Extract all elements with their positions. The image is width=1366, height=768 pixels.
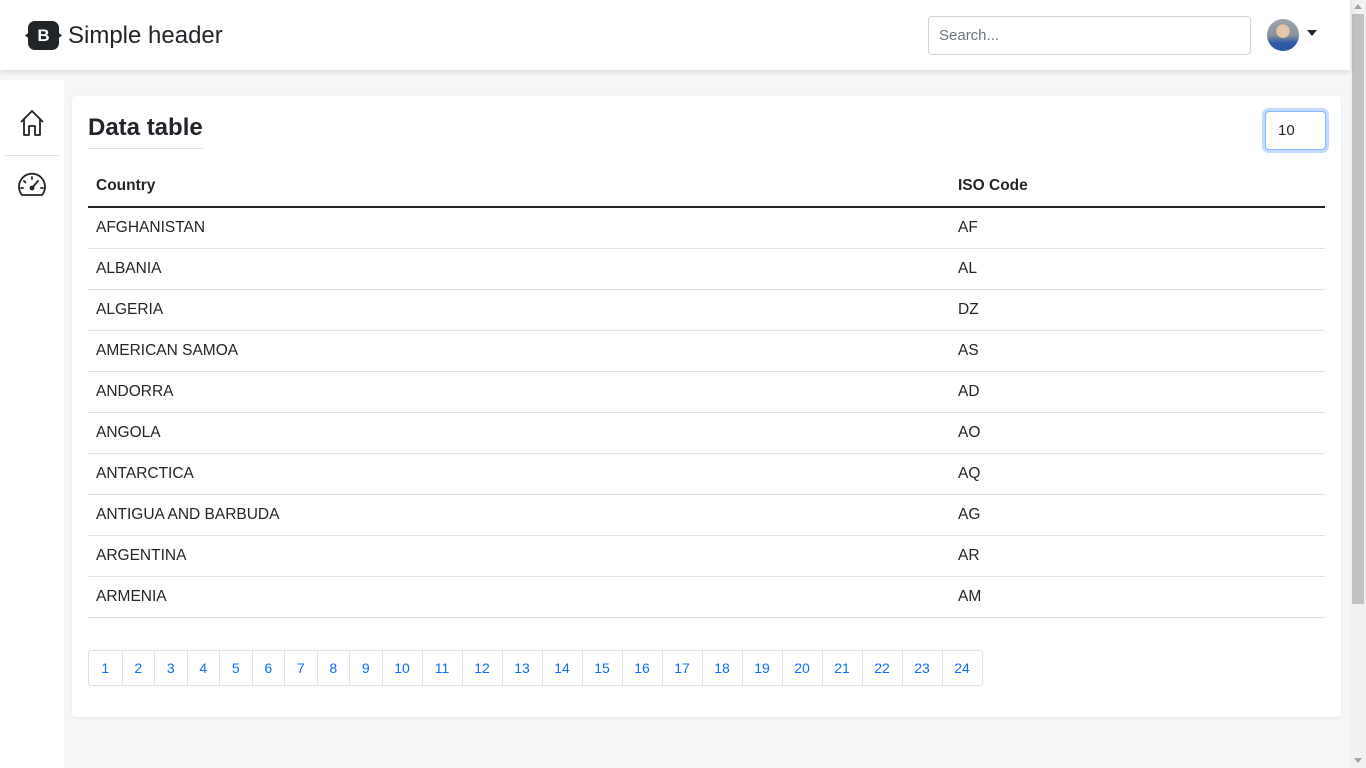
table-row[interactable]: ANGOLA AO xyxy=(88,412,1325,454)
cell-iso-code: DZ xyxy=(950,289,1325,331)
page-link-3[interactable]: 3 xyxy=(154,651,187,685)
page-link-2[interactable]: 2 xyxy=(121,651,155,685)
cell-iso-code: AO xyxy=(950,412,1325,454)
cell-country: ALGERIA xyxy=(88,289,950,331)
table-row[interactable]: AFGHANISTAN AF xyxy=(88,207,1325,249)
sidebar-item-dashboard[interactable] xyxy=(0,172,64,198)
table-row[interactable]: ANDORRA AD xyxy=(88,371,1325,413)
page-link-13[interactable]: 13 xyxy=(501,651,542,685)
scroll-down-arrow-icon[interactable] xyxy=(1354,758,1362,763)
cell-iso-code: AR xyxy=(950,535,1325,577)
cell-iso-code: AG xyxy=(950,494,1325,536)
page-link-10[interactable]: 10 xyxy=(381,651,422,685)
table-row[interactable]: ALBANIA AL xyxy=(88,248,1325,290)
data-table: Country ISO Code AFGHANISTAN AF ALBANIA AL A… xyxy=(88,166,1325,618)
page-link-21[interactable]: 21 xyxy=(821,651,862,685)
page-link-24[interactable]: 24 xyxy=(941,651,982,685)
page-link-8[interactable]: 8 xyxy=(316,651,350,685)
table-row[interactable]: ANTIGUA AND BARBUDA AG xyxy=(88,494,1325,536)
page-link-16[interactable]: 16 xyxy=(621,651,662,685)
cell-iso-code: AD xyxy=(950,371,1325,413)
bootstrap-logo: B xyxy=(28,21,59,50)
table-row[interactable]: AMERICAN SAMOA AS xyxy=(88,330,1325,372)
table-row[interactable]: ARMENIA AM xyxy=(88,576,1325,618)
column-header-country[interactable]: Country xyxy=(88,166,950,208)
scrollbar-thumb[interactable] xyxy=(1352,14,1364,604)
scroll-up-arrow-icon[interactable] xyxy=(1354,4,1362,9)
cell-country: ANDORRA xyxy=(88,371,950,413)
page-link-11[interactable]: 11 xyxy=(421,651,462,685)
search-input[interactable] xyxy=(928,16,1251,55)
page-link-15[interactable]: 15 xyxy=(581,651,622,685)
column-header-iso-code[interactable]: ISO Code xyxy=(950,166,1325,208)
page-size-input[interactable] xyxy=(1265,111,1326,150)
table-row[interactable]: ALGERIA DZ xyxy=(88,289,1325,331)
avatar[interactable] xyxy=(1267,19,1299,51)
sidebar-item-home[interactable] xyxy=(0,108,64,138)
sidebar xyxy=(0,80,64,768)
page-title: Data table xyxy=(88,114,203,149)
page-link-14[interactable]: 14 xyxy=(541,651,582,685)
speedometer-icon xyxy=(18,172,46,196)
cell-iso-code: AQ xyxy=(950,453,1325,495)
page-link-20[interactable]: 20 xyxy=(781,651,822,685)
data-table-card: Data table Country ISO Code AFGHANISTANA… xyxy=(72,96,1341,717)
page-link-7[interactable]: 7 xyxy=(284,651,317,685)
home-icon xyxy=(20,110,44,136)
table-row[interactable]: ANTARCTICA AQ xyxy=(88,453,1325,495)
table-row[interactable]: ARGENTINA AR xyxy=(88,535,1325,577)
page-link-19[interactable]: 19 xyxy=(741,651,782,685)
page-link-17[interactable]: 17 xyxy=(661,651,702,685)
cell-country: ARGENTINA xyxy=(88,535,950,577)
page-link-4[interactable]: 4 xyxy=(186,651,220,685)
cell-country: ALBANIA xyxy=(88,248,950,290)
page-link-22[interactable]: 22 xyxy=(861,651,902,685)
cell-country: ANTIGUA AND BARBUDA xyxy=(88,494,950,536)
cell-country: AMERICAN SAMOA xyxy=(88,330,950,372)
cell-iso-code: AL xyxy=(950,248,1325,290)
cell-country: AFGHANISTAN xyxy=(88,207,950,249)
page-link-12[interactable]: 12 xyxy=(461,651,502,685)
sidebar-divider xyxy=(5,155,59,156)
cell-country: ANGOLA xyxy=(88,412,950,454)
page-link-6[interactable]: 6 xyxy=(251,651,285,685)
pagination: 1 2 3 4 5 6 7 8 9 10 11 12 13 14 15 16 17 18 19 20 21 22 23 24 xyxy=(88,650,983,686)
cell-iso-code: AM xyxy=(950,576,1325,618)
cell-country: ANTARCTICA xyxy=(88,453,950,495)
page-link-5[interactable]: 5 xyxy=(219,651,252,685)
page-link-23[interactable]: 23 xyxy=(901,651,942,685)
top-header: B Simple header xyxy=(0,0,1350,70)
table-header-row: Country ISO Code xyxy=(88,166,1325,208)
cell-country: ARMENIA xyxy=(88,576,950,618)
cell-iso-code: AS xyxy=(950,330,1325,372)
page-link-18[interactable]: 18 xyxy=(701,651,742,685)
chevron-down-icon[interactable] xyxy=(1307,30,1317,36)
brand-title: Simple header xyxy=(68,21,223,49)
cell-iso-code: AF xyxy=(950,207,1325,249)
page-link-9[interactable]: 9 xyxy=(349,651,382,685)
page-link-1[interactable]: 1 xyxy=(89,651,122,685)
brand[interactable]: B Simple header xyxy=(28,21,223,50)
